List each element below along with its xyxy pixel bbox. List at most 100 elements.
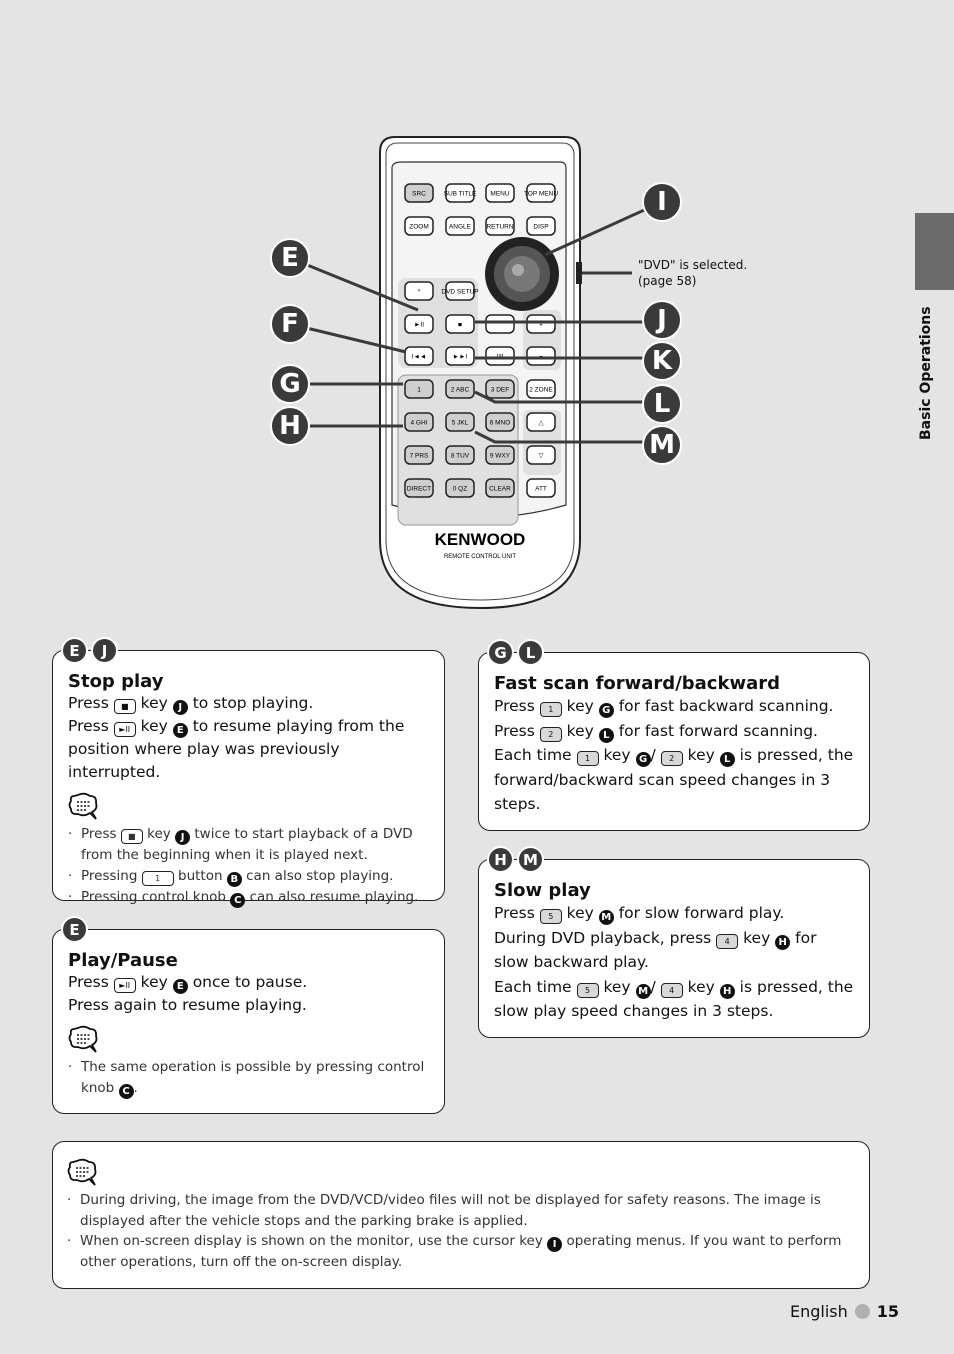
note-item: The same operation is possible by pressi… [68,1057,429,1099]
remote-button: ZOOM [404,216,434,236]
section-title: Fast scan forward/backward [494,673,780,694]
svg-text:MENU: MENU [490,191,509,198]
remote-button: DIRECT [404,478,434,498]
remote-control-illustration: SRC SUB TITLE MENU TOP MENU ZOOM ANGLE RETURN D… [289,136,663,610]
badge-e: E [61,637,88,664]
callout-m: M [642,425,682,465]
svg-text:SRC: SRC [412,191,426,198]
remote-button: SRC [404,183,434,203]
remote-button: TOP MENU [524,183,558,203]
svg-text:CLEAR: CLEAR [489,486,511,493]
callout-h: H [270,406,310,446]
remote-button: 4 GHI [404,412,434,432]
note-item: Press ■ key J twice to start playback of… [68,824,429,866]
remote-button: 8 TUV [445,445,475,465]
svg-text:8 TUV: 8 TUV [451,453,470,460]
svg-text:9 WXY: 9 WXY [490,453,511,460]
remote-button: ▽ [526,445,556,465]
badge-h: H [487,846,514,873]
svg-text:I◄◄: I◄◄ [412,354,427,361]
remote-button: I◄◄ [404,346,434,366]
badge-e: E [61,916,88,943]
callout-k: K [642,341,682,381]
svg-text:TOP MENU: TOP MENU [524,191,558,198]
note-icon [67,1158,97,1186]
svg-text:ZOOM: ZOOM [409,224,429,231]
note-icon [68,1025,98,1053]
remote-button: 1 [404,379,434,399]
note-item: Pressing 1 button B can also stop playin… [68,866,429,887]
badge-m: M [517,846,544,873]
remote-button: 0 QZ [445,478,475,498]
svg-text:DIRECT: DIRECT [407,486,431,493]
remote-button: DISP [526,216,556,236]
remote-button: 3 DEF [485,379,515,399]
callout-i: I [642,182,682,222]
svg-text:RETURN: RETURN [486,224,513,231]
remote-button: ■ [445,314,475,334]
callout-f: F [270,304,310,344]
svg-text:4 GHI: 4 GHI [411,420,428,427]
language-label: English [790,1302,848,1321]
stop-key-icon: ■ [113,699,136,714]
remote-subtitle: REMOTE CONTROL UNIT [444,554,516,560]
callout-g: G [270,364,310,404]
remote-button: CLEAR [485,478,515,498]
remote-button: 7 PRS [404,445,434,465]
svg-text:3 DEF: 3 DEF [491,387,509,394]
remote-button: ►II [404,314,434,334]
badge-l: L [517,639,544,666]
stop-play-section: EJ Stop play Press ■ key J to stop playi… [52,637,445,908]
svg-text:SUB TITLE: SUB TITLE [444,191,477,198]
play-pause-key-icon: ►II [113,722,136,737]
note-icon [68,792,98,820]
remote-brand: KENWOOD [435,530,526,549]
remote-button: 5 JKL [445,412,475,432]
svg-text:ATT: ATT [535,486,547,493]
play-pause-key-icon: ►II [113,978,136,993]
remote-button: MENU [485,183,515,203]
svg-text:6 MNO: 6 MNO [490,420,511,427]
switch-note: "DVD" is selected. (page 58) [638,258,748,288]
svg-text:DVD SETUP: DVD SETUP [441,289,478,296]
remote-button: * [404,281,434,301]
remote-button: SUB TITLE [444,183,477,203]
svg-text:►►I: ►►I [453,354,468,361]
svg-text:►II: ►II [414,322,424,329]
slow-play-section: HM Slow play Press 5 key M for slow forw… [478,846,870,1038]
svg-text:0 QZ: 0 QZ [453,486,467,493]
svg-text:5 JKL: 5 JKL [452,420,469,427]
page-number: 15 [876,1302,900,1321]
remote-button: DVD SETUP [441,281,479,301]
remote-button: ►►I [445,346,475,366]
section-title: Stop play [68,671,164,692]
remote-button: 2 ZONE [526,379,556,399]
remote-button: △ [526,412,556,432]
svg-text:7 PRS: 7 PRS [410,453,429,460]
svg-text:■: ■ [458,322,462,329]
general-notes-section: During driving, the image from the DVD/V… [52,1141,870,1289]
svg-text:2 ABC: 2 ABC [451,387,470,394]
svg-text:ANGLE: ANGLE [449,224,472,231]
callout-e: E [270,238,310,278]
remote-button: − [526,346,556,366]
svg-text:1: 1 [417,387,421,394]
section-title: Slow play [494,880,591,901]
remote-button: ANGLE [445,216,475,236]
fast-scan-section: GL Fast scan forward/backward Press 1 ke… [478,639,870,831]
remote-button: ATT [526,478,556,498]
remote-button: + [526,314,556,334]
page-footer: English 15 [790,1302,899,1321]
remote-button: 2 ABC [445,379,475,399]
badge-j: J [91,637,118,664]
remote-button: I/II [485,346,515,366]
remote-button: 9 WXY [485,445,515,465]
badge-g: G [487,639,514,666]
remote-button: 6 MNO [485,412,515,432]
play-pause-section: E Play/Pause Press ►II key E once to pau… [52,916,445,1114]
footer-dot-icon [854,1304,870,1319]
note-item: When on-screen display is shown on the m… [67,1231,855,1273]
svg-text:2 ZONE: 2 ZONE [529,387,553,394]
section-title: Play/Pause [68,950,178,971]
note-item: Pressing control knob C can also resume … [68,887,429,908]
